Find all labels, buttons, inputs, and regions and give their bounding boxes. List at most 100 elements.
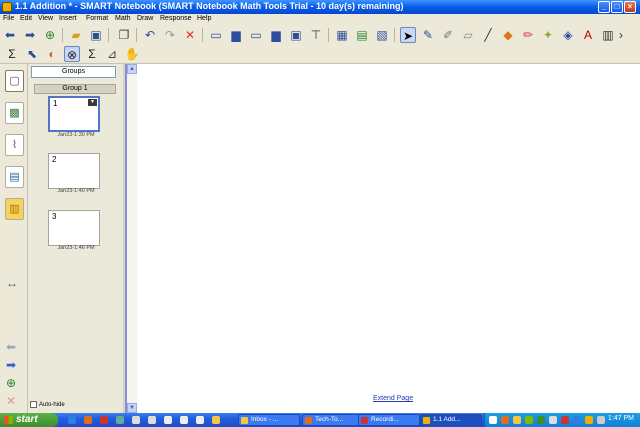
extend-page-link[interactable]: Extend Page (373, 395, 413, 402)
side-delete-icon[interactable]: ✕ (6, 394, 16, 408)
windows-flag-icon (4, 416, 13, 424)
ie-icon[interactable] (68, 416, 76, 424)
taskbar-item-tech[interactable]: Tech-To... (302, 414, 364, 426)
menu-draw[interactable]: Draw (137, 15, 153, 22)
taskbar-item-notebook[interactable]: 1.1 Add... (420, 414, 482, 426)
resize-arrows-icon[interactable]: ↔ (6, 276, 18, 290)
shape-recognition-icon[interactable]: ⊗ (64, 46, 80, 62)
vertical-scrollbar[interactable]: ▲ ▼ (125, 64, 137, 413)
record-icon (361, 417, 368, 424)
groups-button[interactable]: Groups (31, 66, 116, 78)
page-sorter-tab-icon[interactable]: ▢ (5, 70, 24, 92)
quicklaunch-icon[interactable] (212, 416, 220, 424)
full-screen-icon[interactable]: ▆ (228, 27, 244, 43)
tray-icon[interactable] (573, 416, 581, 424)
quicklaunch-icon[interactable] (164, 416, 172, 424)
insert-object-icon[interactable]: ▤ (354, 27, 370, 43)
menu-file[interactable]: File (3, 15, 14, 22)
delete-icon[interactable]: ✕ (182, 27, 198, 43)
quicklaunch-icon[interactable] (148, 416, 156, 424)
page-thumbnail-2[interactable]: 2 (48, 153, 100, 189)
gallery-tab-icon[interactable]: ▩ (5, 102, 24, 124)
shapes-icon[interactable]: ◆ (500, 27, 516, 43)
pen-icon[interactable]: ✎ (420, 27, 436, 43)
menu-response[interactable]: Response (160, 15, 192, 22)
side-add-page-icon[interactable]: ⊕ (6, 376, 16, 390)
group-header[interactable]: Group 1 (34, 84, 116, 94)
dropdown-arrow-icon[interactable]: ▼ (88, 99, 97, 106)
whiteboard-canvas[interactable]: Extend Page (137, 64, 640, 413)
eraser-icon[interactable]: ▱ (460, 27, 476, 43)
capture-icon[interactable]: ▣ (288, 27, 304, 43)
side-forward-icon[interactable]: ➡ (6, 358, 16, 372)
tray-icon[interactable] (549, 416, 557, 424)
minimize-button[interactable]: _ (598, 1, 610, 13)
page-thumbnail-3[interactable]: 3 (48, 210, 100, 246)
graph-icon[interactable]: ⊿ (104, 46, 120, 62)
attachments-tab-icon[interactable]: ⌇ (5, 134, 24, 156)
answer-arrow-icon[interactable]: ⬉ (24, 46, 40, 62)
quicklaunch-icon[interactable] (116, 416, 124, 424)
back-arrow-icon[interactable]: ⬅ (2, 27, 18, 43)
forward-arrow-icon[interactable]: ➡ (22, 27, 38, 43)
checkbox-icon[interactable] (30, 401, 37, 408)
tray-icon[interactable] (513, 416, 521, 424)
quicklaunch-icon[interactable] (132, 416, 140, 424)
highlighter-icon[interactable]: ✏ (520, 27, 536, 43)
taskbar-item-inbox[interactable]: Inbox - ... (238, 414, 300, 426)
volume-icon[interactable] (597, 416, 605, 424)
chevron-right-icon[interactable]: › (617, 27, 625, 43)
tray-icon[interactable] (537, 416, 545, 424)
taskbar-item-recording[interactable]: Recordi... (358, 414, 420, 426)
magic-pen-icon[interactable]: ✦ (540, 27, 556, 43)
sigma-icon[interactable]: Σ (4, 46, 20, 62)
menu-math[interactable]: Math (115, 15, 131, 22)
properties-tab-icon[interactable]: ▤ (5, 166, 24, 188)
measurement-icon[interactable]: ✋ (124, 46, 140, 62)
start-button[interactable]: start (0, 413, 58, 427)
scroll-down-icon[interactable]: ▼ (127, 403, 137, 413)
display-icon[interactable]: ▆ (268, 27, 284, 43)
text-color-icon[interactable]: ▥ (600, 27, 616, 43)
quicklaunch-icon[interactable] (196, 416, 204, 424)
equation-icon[interactable]: Σ (84, 46, 100, 62)
side-back-icon[interactable]: ⬅ (6, 340, 16, 354)
tray-icon[interactable] (525, 416, 533, 424)
select-arrow-icon[interactable]: ➤ (400, 27, 416, 43)
eraser-tool-icon[interactable]: ◐ (44, 46, 60, 62)
paste-icon[interactable]: ❐ (116, 27, 132, 43)
open-folder-icon[interactable]: ▰ (68, 27, 84, 43)
tray-icon[interactable] (489, 416, 497, 424)
menu-edit[interactable]: Edit (20, 15, 32, 22)
menu-format[interactable]: Format (86, 15, 108, 22)
table-icon[interactable]: ▦ (334, 27, 350, 43)
page-thumbnail-1[interactable]: 1 ▼ (48, 96, 100, 132)
menu-insert[interactable]: Insert (59, 15, 77, 22)
text-icon[interactable]: A (580, 27, 596, 43)
fill-icon[interactable]: ◈ (560, 27, 576, 43)
tray-icon[interactable] (561, 416, 569, 424)
close-button[interactable]: × (624, 1, 636, 13)
document-camera-icon[interactable]: ⊤ (308, 27, 324, 43)
scroll-up-icon[interactable]: ▲ (127, 64, 137, 74)
tray-icon[interactable] (585, 416, 593, 424)
maximize-button[interactable]: □ (611, 1, 623, 13)
tray-icon[interactable] (501, 416, 509, 424)
line-icon[interactable]: ╱ (480, 27, 496, 43)
app-icon[interactable] (2, 2, 12, 12)
addons-tab-icon[interactable]: ▥ (5, 198, 24, 220)
menu-help[interactable]: Help (197, 15, 211, 22)
save-icon[interactable]: ▣ (88, 27, 104, 43)
redo-icon[interactable]: ↷ (162, 27, 178, 43)
autohide-checkbox[interactable]: Auto-hide (30, 401, 65, 408)
firefox-icon[interactable] (84, 416, 92, 424)
quicklaunch-icon[interactable] (180, 416, 188, 424)
add-page-icon[interactable]: ⊕ (42, 27, 58, 43)
screen-shade-icon[interactable]: ▭ (208, 27, 224, 43)
undo-icon[interactable]: ↶ (142, 27, 158, 43)
media-icon[interactable] (100, 416, 108, 424)
properties-icon[interactable]: ▧ (374, 27, 390, 43)
dual-page-icon[interactable]: ▭ (248, 27, 264, 43)
creative-pen-icon[interactable]: ✐ (440, 27, 456, 43)
menu-view[interactable]: View (38, 15, 53, 22)
